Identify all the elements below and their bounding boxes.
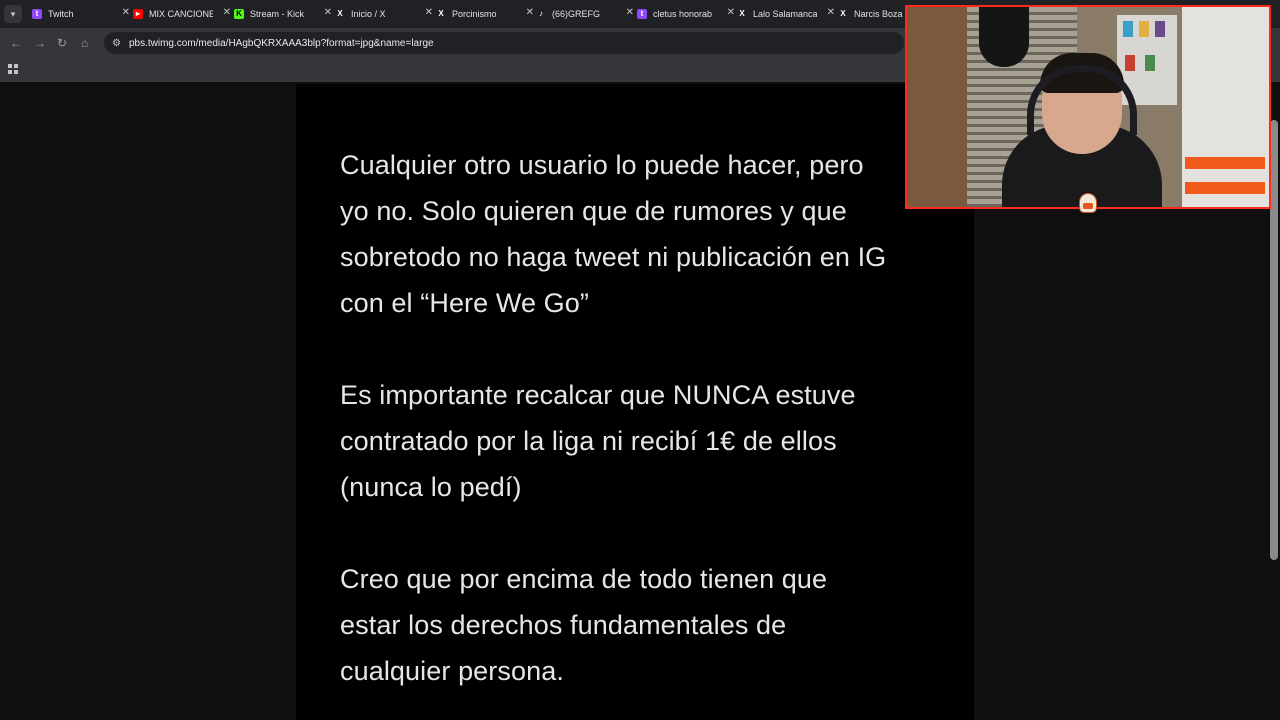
- text-line: estar los derechos fundamentales de: [340, 610, 787, 640]
- paragraph-2: Es importante recalcar que NUNCA estuve …: [340, 372, 940, 510]
- page-scrollbar[interactable]: [1270, 120, 1278, 560]
- reload-icon[interactable]: ↻: [57, 36, 67, 50]
- tab-inicio-x[interactable]: X Inicio / X ✕: [335, 4, 435, 24]
- x-icon: X: [739, 9, 745, 18]
- tab-title: (66)GREFG: [552, 9, 601, 19]
- address-url[interactable]: pbs.twimg.com/media/HAgbQKRXAAA3blp?form…: [129, 38, 434, 49]
- tab-lalo-salamanca[interactable]: X Lalo Salamanca ✕: [737, 4, 837, 24]
- tab-porcinismo[interactable]: X Porcinismo ✕: [436, 4, 536, 24]
- tab-title: Inicio / X: [351, 9, 386, 19]
- tab-mix-canciones[interactable]: ▸ MIX CANCIONES ✕: [133, 4, 233, 24]
- close-icon[interactable]: ✕: [425, 7, 433, 18]
- microphone: [979, 7, 1029, 67]
- text-line: cualquier persona.: [340, 656, 564, 686]
- close-icon[interactable]: ✕: [223, 7, 231, 18]
- x-icon: X: [337, 9, 343, 18]
- twitch-icon: t: [637, 9, 647, 19]
- x-icon: X: [840, 9, 846, 18]
- cup-badge-icon: [1079, 193, 1097, 213]
- close-icon[interactable]: ✕: [827, 7, 835, 18]
- paragraph-3: Creo que por encima de todo tienen que e…: [340, 556, 940, 694]
- close-icon[interactable]: ✕: [526, 7, 534, 18]
- text-line: (nunca lo pedí): [340, 472, 522, 502]
- tab-kick-stream[interactable]: K Stream - Kick ✕: [234, 4, 334, 24]
- tab-search-icon[interactable]: ▾: [4, 5, 22, 23]
- text-line: sobretodo no haga tweet ni publicación e…: [340, 242, 887, 272]
- tab-narcis-boza[interactable]: X Narcis Boza: [838, 4, 904, 24]
- text-line: con el “Here We Go”: [340, 288, 589, 318]
- twitch-icon: t: [32, 9, 42, 19]
- webcam-overlay: [905, 5, 1271, 209]
- close-icon[interactable]: ✕: [626, 7, 634, 18]
- text-line: Es importante recalcar que NUNCA estuve: [340, 380, 856, 410]
- tab-title: Porcinismo: [452, 9, 497, 19]
- tab-title: Narcis Boza: [854, 9, 903, 19]
- tab-twitch[interactable]: t Twitch ✕: [32, 4, 132, 24]
- paragraph-1: Cualquier otro usuario lo puede hacer, p…: [340, 142, 940, 326]
- tab-title: cletus honorab: [653, 9, 713, 19]
- tab-cletus[interactable]: t cletus honorab ✕: [637, 4, 737, 24]
- text-line: contratado por la liga ni recibí 1€ de e…: [340, 426, 837, 456]
- door: [907, 7, 967, 207]
- tab-title: MIX CANCIONES: [149, 9, 213, 19]
- tab-title: Stream - Kick: [250, 9, 305, 19]
- text-line: Cualquier otro usuario lo puede hacer, p…: [340, 150, 864, 180]
- youtube-icon: ▸: [133, 9, 143, 19]
- text-line: Creo que por encima de todo tienen que: [340, 564, 828, 594]
- close-icon[interactable]: ✕: [727, 7, 735, 18]
- back-icon[interactable]: ←: [10, 36, 22, 50]
- x-icon: X: [438, 9, 444, 18]
- tiktok-icon: ♪: [539, 9, 543, 18]
- close-icon[interactable]: ✕: [324, 7, 332, 18]
- text-line: yo no. Solo quieren que de rumores y que: [340, 196, 847, 226]
- tab-title: Twitch: [48, 9, 74, 19]
- tab-title: Lalo Salamanca: [753, 9, 817, 19]
- site-info-icon[interactable]: ⚙: [112, 38, 121, 49]
- tweet-image: Cualquier otro usuario lo puede hacer, p…: [296, 84, 974, 720]
- kick-icon: K: [234, 9, 244, 19]
- apps-grid-icon[interactable]: [8, 64, 18, 74]
- close-icon[interactable]: ✕: [122, 7, 130, 18]
- address-bar[interactable]: ⚙ pbs.twimg.com/media/HAgbQKRXAAA3blp?fo…: [104, 32, 904, 54]
- home-icon[interactable]: ⌂: [81, 36, 88, 50]
- forward-icon[interactable]: →: [34, 36, 46, 50]
- wardrobe: [1182, 7, 1269, 207]
- tab-grefg[interactable]: ♪ (66)GREFG ✕: [536, 4, 636, 24]
